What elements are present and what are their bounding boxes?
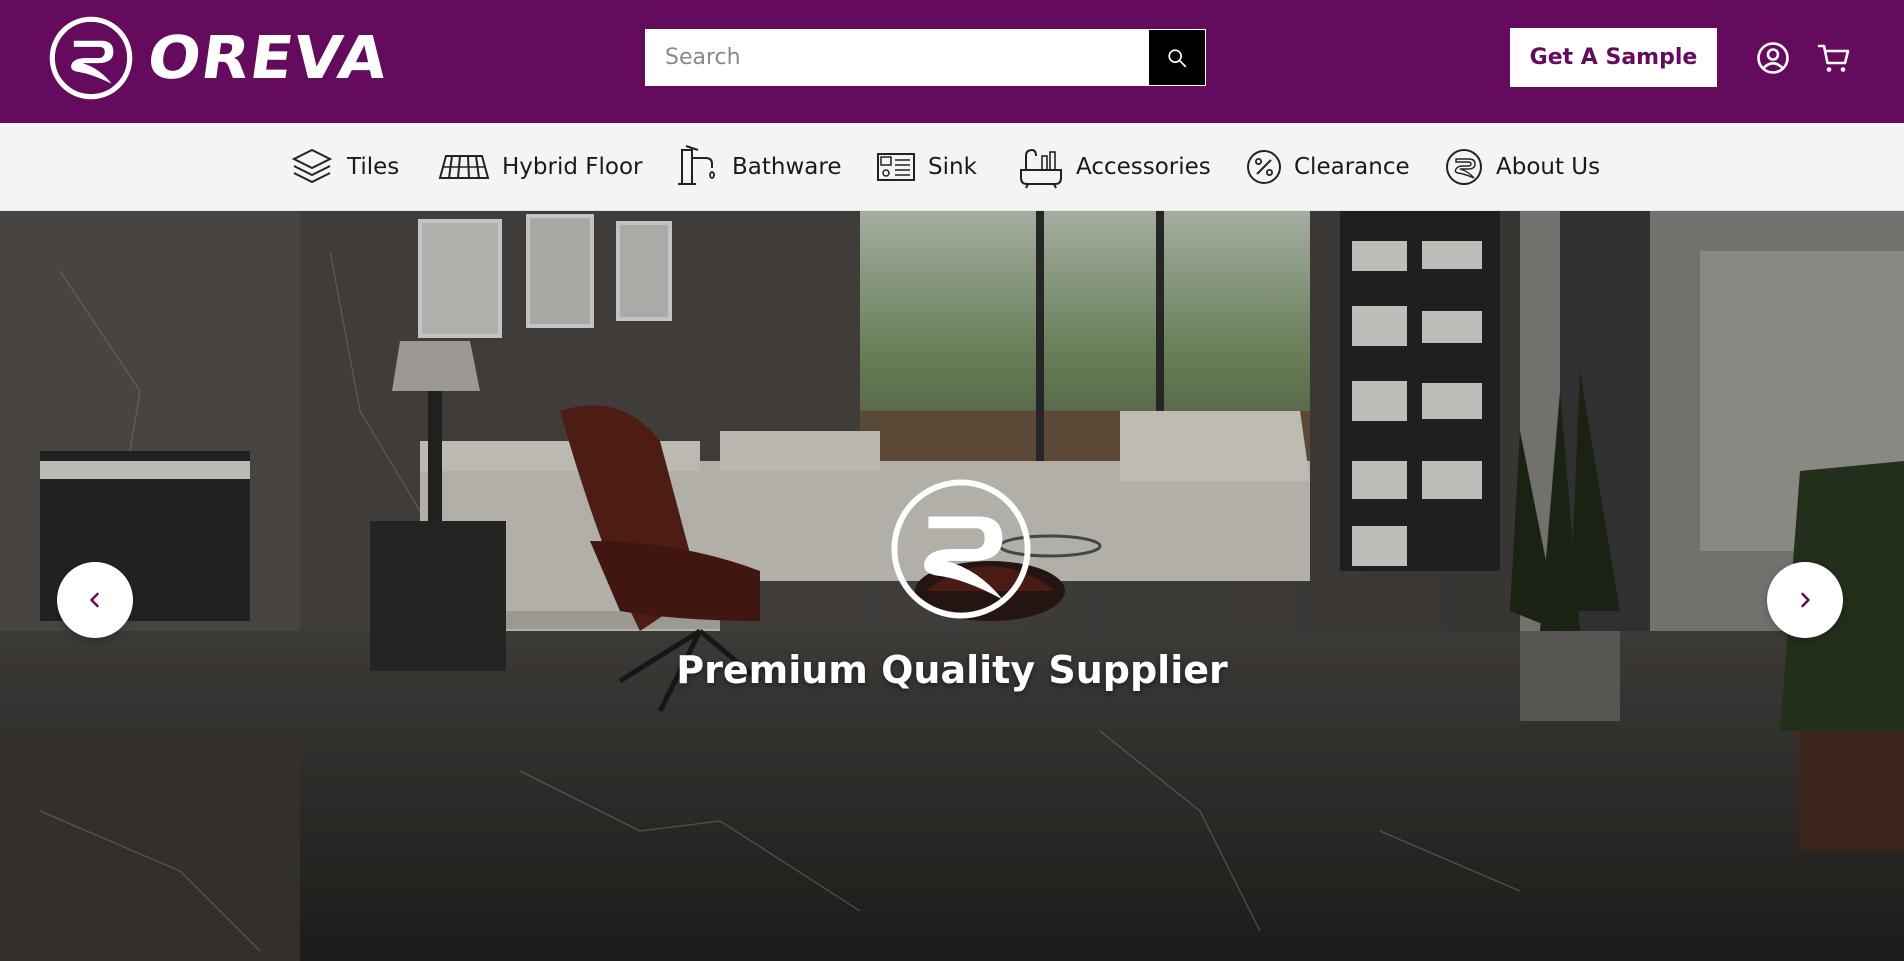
nav-item-label: Accessories xyxy=(1076,154,1211,180)
nav-item-hybrid-floor[interactable]: Hybrid Floor xyxy=(438,144,642,190)
search-icon xyxy=(1168,48,1187,67)
nav-item-about-us[interactable]: About Us xyxy=(1444,144,1600,190)
tiles-layers-icon xyxy=(291,148,333,184)
search-button[interactable] xyxy=(1149,30,1205,85)
hero-logo-icon xyxy=(891,479,1031,619)
category-nav: Tiles Hybrid Floor Bathware Sink Accesso… xyxy=(0,123,1904,211)
nav-item-accessories[interactable]: Accessories xyxy=(1018,144,1211,190)
nav-item-label: Clearance xyxy=(1294,154,1410,180)
search-bar xyxy=(645,29,1206,86)
carousel-next-button[interactable] xyxy=(1767,562,1843,638)
chevron-right-icon xyxy=(1801,592,1810,608)
sink-icon xyxy=(877,153,915,181)
faucet-icon xyxy=(678,145,715,185)
oreva-logo-icon xyxy=(49,16,133,100)
get-sample-button[interactable]: Get A Sample xyxy=(1510,28,1717,87)
nav-item-tiles[interactable]: Tiles xyxy=(289,144,399,190)
nav-item-label: Bathware xyxy=(732,154,842,180)
nav-item-bathware[interactable]: Bathware xyxy=(676,144,841,190)
percent-icon xyxy=(1247,150,1281,184)
bath-accessories-icon xyxy=(1020,148,1062,189)
account-icon[interactable] xyxy=(1755,40,1791,76)
nav-item-label: Tiles xyxy=(347,154,400,180)
search-input[interactable] xyxy=(646,30,1149,85)
chevron-left-icon xyxy=(90,592,99,608)
nav-item-clearance[interactable]: Clearance xyxy=(1246,144,1410,190)
cart-icon[interactable] xyxy=(1816,40,1852,76)
nav-item-label: Sink xyxy=(928,154,977,180)
nav-item-sink[interactable]: Sink xyxy=(876,144,977,190)
brand-name: OREVA xyxy=(143,22,393,93)
site-header: OREVA Get A Sample xyxy=(0,0,1904,123)
brand-logo[interactable]: OREVA xyxy=(48,15,393,101)
hero-caption: Premium Quality Supplier xyxy=(676,648,1228,692)
hero-banner: Premium Quality Supplier xyxy=(0,211,1904,961)
floor-planks-icon xyxy=(438,155,490,179)
nav-item-label: Hybrid Floor xyxy=(502,154,643,180)
carousel-prev-button[interactable] xyxy=(57,562,133,638)
oreva-logo-icon xyxy=(1446,149,1482,185)
nav-item-label: About Us xyxy=(1496,154,1601,180)
